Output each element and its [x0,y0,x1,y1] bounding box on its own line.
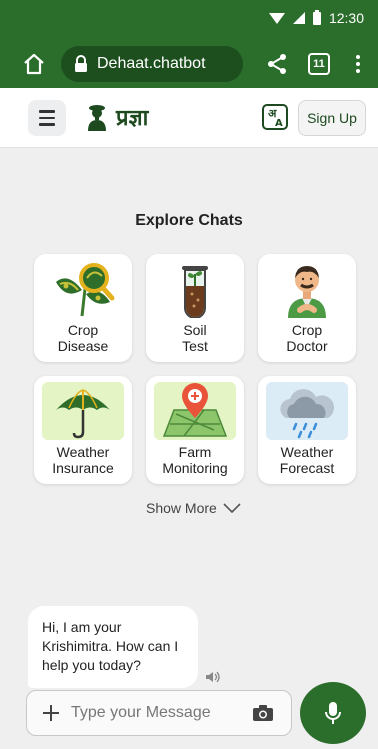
wifi-icon [268,12,285,24]
weather-insurance-icon [42,382,124,440]
crop-disease-icon [42,260,124,318]
microphone-icon [325,702,341,724]
sign-up-button[interactable]: Sign Up [298,100,366,136]
app-header: प्रज्ञा अ A Sign Up [0,88,378,148]
hamburger-menu-icon[interactable] [28,100,66,136]
app-logo[interactable]: प्रज्ञा [86,102,148,132]
weather-forecast-icon [266,382,348,440]
card-crop-doctor[interactable]: Crop Doctor [258,254,356,362]
browser-menu-icon[interactable] [352,52,364,76]
microphone-button[interactable] [300,682,366,744]
card-soil-test[interactable]: Soil Test [146,254,244,362]
browser-toolbar: Dehaat.chatbot 11 [0,40,378,88]
card-weather-forecast[interactable]: Weather Forecast [258,376,356,484]
message-input[interactable] [71,704,241,722]
card-label: Weather Insurance [52,444,114,476]
card-weather-insurance[interactable]: Weather Insurance [34,376,132,484]
home-icon[interactable] [22,52,46,76]
status-time: 12:30 [328,10,364,26]
card-label: Crop Disease [57,322,109,354]
card-label: Farm Monitoring [162,444,228,476]
card-label: Soil Test [182,322,208,354]
status-bar: 12:30 [0,0,378,40]
card-label: Weather Forecast [279,444,335,476]
svg-text:A: A [275,118,283,129]
card-farm-monitoring[interactable]: Farm Monitoring [146,376,244,484]
card-crop-disease[interactable]: Crop Disease [34,254,132,362]
signal-icon [292,12,305,24]
farmer-logo-icon [88,105,106,131]
show-more-label: Show More [146,500,217,516]
share-icon[interactable] [266,52,288,76]
logo-text: प्रज्ञा [116,106,149,131]
card-label: Crop Doctor [286,322,328,354]
lock-icon [75,55,87,72]
message-input-bar [26,690,292,736]
address-bar[interactable]: Dehaat.chatbot [61,46,243,82]
camera-icon[interactable] [253,705,273,721]
tabs-button[interactable]: 11 [308,53,330,75]
explore-title: Explore Chats [135,212,243,229]
soil-test-icon [154,260,236,318]
translate-icon[interactable]: अ A [262,104,288,130]
crop-doctor-icon [266,260,348,318]
chevron-down-icon [223,503,241,513]
speaker-icon[interactable] [205,671,221,683]
show-more-button[interactable]: Show More [146,500,241,516]
plus-icon[interactable] [43,705,59,721]
url-text: Dehaat.chatbot [97,55,206,72]
battery-icon [312,9,321,25]
bot-message: Hi, I am your Krishimitra. How can I hel… [28,606,198,688]
farm-monitoring-icon [154,382,236,440]
